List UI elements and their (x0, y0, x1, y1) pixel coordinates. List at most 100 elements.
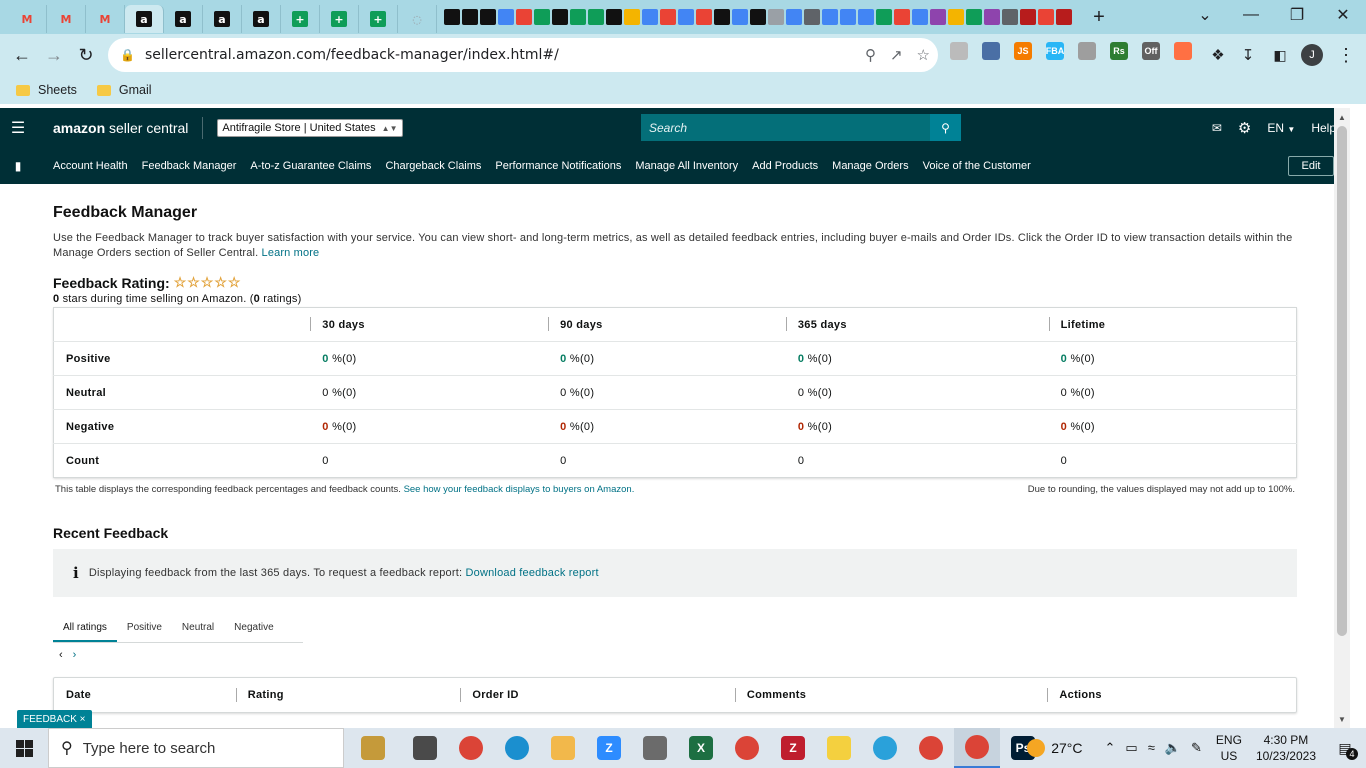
taskbar-search[interactable]: ⚲ Type here to search (48, 728, 344, 768)
search-icon[interactable]: ⚲ (930, 114, 961, 141)
tab-favicon-icon[interactable] (606, 9, 622, 25)
side-panel-icon[interactable]: ◧ (1264, 39, 1296, 71)
browser-tab[interactable]: M (86, 5, 125, 33)
store-selector[interactable]: Antifragile Store | United States ▲▼ (217, 119, 403, 137)
clock[interactable]: 4:30 PM 10/23/2023 (1256, 732, 1316, 764)
tab-favicon-icon[interactable] (966, 9, 982, 25)
tab-favicon-icon[interactable] (858, 9, 874, 25)
minimize-icon[interactable]: — (1228, 0, 1274, 30)
taskbar-app[interactable]: Z (770, 728, 816, 768)
reload-icon[interactable]: ↻ (70, 39, 102, 71)
search-input[interactable] (641, 114, 930, 141)
pen-icon[interactable]: ✎ (1191, 740, 1202, 756)
recent-column-header[interactable]: Date (54, 689, 236, 701)
new-tab-icon[interactable]: + (1085, 3, 1113, 31)
url-text[interactable]: sellercentral.amazon.com/feedback-manage… (145, 47, 559, 63)
gear-icon[interactable]: ⚙ (1238, 119, 1251, 137)
recent-column-header[interactable]: Rating (235, 688, 461, 702)
feedback-display-link[interactable]: See how your feedback displays to buyers… (404, 484, 635, 495)
extension-icon[interactable] (982, 42, 1000, 60)
tab-favicon-icon[interactable] (1056, 9, 1072, 25)
tab-favicon-icon[interactable] (1038, 9, 1054, 25)
tab-favicon-icon[interactable] (588, 9, 604, 25)
tab-favicon-icon[interactable] (822, 9, 838, 25)
chevron-up-icon[interactable]: ⌃ (1104, 740, 1115, 756)
tab-favicon-icon[interactable] (1020, 9, 1036, 25)
tab-favicon-icon[interactable] (642, 9, 658, 25)
taskbar-app[interactable]: X (678, 728, 724, 768)
tab-favicon-icon[interactable] (732, 9, 748, 25)
browser-tab[interactable]: ◌ (398, 5, 437, 33)
nav-item[interactable]: Manage All Inventory (635, 160, 738, 172)
tab-favicon-icon[interactable] (462, 9, 478, 25)
prev-page-icon[interactable]: ‹ (59, 649, 63, 661)
bookmark-star-icon[interactable]: ☆ (917, 46, 930, 64)
browser-tab[interactable]: M (47, 5, 86, 33)
rs-extension-icon[interactable]: Rs (1110, 42, 1128, 60)
extension-icon[interactable] (1078, 42, 1096, 60)
recent-column-header[interactable]: Order ID (460, 688, 735, 702)
browser-tab[interactable]: M (8, 5, 47, 33)
tab-favicon-icon[interactable] (678, 9, 694, 25)
close-window-icon[interactable]: ✕ (1320, 0, 1366, 30)
back-icon[interactable]: ← (6, 39, 38, 71)
browser-tab[interactable]: + (359, 5, 398, 33)
browser-tab[interactable]: a (242, 5, 281, 33)
taskbar-app[interactable] (908, 728, 954, 768)
taskbar-app[interactable] (540, 728, 586, 768)
profile-avatar[interactable]: J (1301, 44, 1323, 66)
scroll-up-icon[interactable]: ▲ (1334, 110, 1350, 124)
seller-central-logo[interactable]: amazon seller central (53, 120, 188, 136)
lock-icon[interactable]: 🔒 (120, 48, 135, 62)
off-extension-icon[interactable]: Off (1142, 42, 1160, 60)
tab-favicon-icon[interactable] (714, 9, 730, 25)
nav-item[interactable]: Add Products (752, 160, 818, 172)
filter-tab[interactable]: Neutral (172, 622, 224, 642)
feedback-tag-button[interactable]: FEEDBACK × (17, 710, 92, 728)
tab-favicon-icon[interactable] (912, 9, 928, 25)
forward-icon[interactable]: → (38, 39, 70, 71)
volume-icon[interactable]: 🔈 (1165, 740, 1181, 756)
tab-favicon-icon[interactable] (840, 9, 856, 25)
nav-item[interactable]: Voice of the Customer (923, 160, 1031, 172)
recent-column-header[interactable]: Actions (1047, 688, 1296, 702)
extension-icon[interactable] (950, 42, 968, 60)
extension-icon[interactable] (1174, 42, 1192, 60)
bookmark-icon[interactable]: ▮ (0, 159, 36, 173)
edit-nav-button[interactable]: Edit (1288, 156, 1334, 176)
browser-tab[interactable]: + (320, 5, 359, 33)
hamburger-menu-icon[interactable]: ☰ (0, 118, 36, 138)
fba-extension-icon[interactable]: FBA (1046, 42, 1064, 60)
taskbar-app[interactable] (448, 728, 494, 768)
browser-tab[interactable]: + (281, 5, 320, 33)
tab-favicon-icon[interactable] (768, 9, 784, 25)
zoom-icon[interactable]: ⚲ (865, 46, 876, 64)
taskbar-app[interactable] (494, 728, 540, 768)
share-icon[interactable]: ↗ (890, 46, 903, 64)
tab-favicon-icon[interactable] (804, 9, 820, 25)
tab-favicon-icon[interactable] (894, 9, 910, 25)
bookmark-gmail[interactable]: Gmail (96, 83, 152, 97)
help-link[interactable]: Help (1311, 121, 1336, 135)
weather-widget[interactable]: 27°C (1027, 739, 1082, 757)
browser-tab[interactable]: a (125, 5, 164, 33)
tab-favicon-icon[interactable] (480, 9, 496, 25)
tab-favicon-icon[interactable] (534, 9, 550, 25)
tab-favicon-icon[interactable] (948, 9, 964, 25)
taskbar-app[interactable] (862, 728, 908, 768)
browser-tab[interactable]: a (164, 5, 203, 33)
learn-more-link[interactable]: Learn more (262, 247, 320, 259)
tab-favicon-icon[interactable] (750, 9, 766, 25)
notification-icon[interactable]: ▤ 4 (1332, 736, 1358, 760)
nav-item[interactable]: Manage Orders (832, 160, 908, 172)
tab-favicon-icon[interactable] (498, 9, 514, 25)
taskbar-app[interactable] (632, 728, 678, 768)
nav-item[interactable]: Chargeback Claims (385, 160, 481, 172)
tab-favicon-icon[interactable] (786, 9, 802, 25)
js-extension-icon[interactable]: JS (1014, 42, 1032, 60)
mail-icon[interactable]: ✉ (1212, 121, 1222, 135)
start-button[interactable] (0, 728, 48, 768)
address-bar[interactable]: 🔒 sellercentral.amazon.com/feedback-mana… (108, 38, 938, 72)
nav-item[interactable]: A-to-z Guarantee Claims (250, 160, 371, 172)
filter-tab[interactable]: Negative (224, 622, 283, 642)
